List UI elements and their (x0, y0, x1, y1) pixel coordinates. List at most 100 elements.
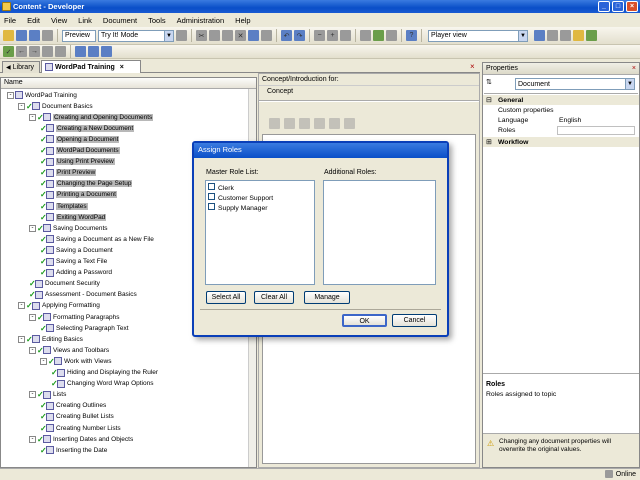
forward-icon[interactable]: → (29, 46, 40, 57)
additional-roles-list[interactable] (323, 180, 436, 285)
expand-collapse-icon[interactable]: - (29, 435, 36, 443)
layout-4-icon[interactable] (573, 30, 584, 41)
menu-file[interactable]: File (4, 16, 16, 25)
tree-node[interactable]: - ✓ Applying Formatting (18, 301, 100, 311)
paste-icon[interactable] (222, 30, 233, 41)
tree-node[interactable]: ✓ Creating Bullet Lists (40, 412, 114, 422)
menu-edit[interactable]: Edit (27, 16, 40, 25)
select-all-button[interactable]: Select All (206, 291, 246, 304)
tab-library[interactable]: ◀ Library (2, 61, 40, 73)
language-value[interactable]: English (559, 117, 581, 124)
clear-all-button[interactable]: Clear All (254, 291, 294, 304)
cut-icon[interactable] (284, 118, 295, 129)
role-checkbox[interactable] (208, 203, 215, 210)
tree-node[interactable]: - ✓ Editing Basics (18, 334, 83, 344)
open-icon[interactable] (3, 30, 14, 41)
tree-node[interactable]: ✓ Templates (40, 201, 88, 211)
check-in-icon[interactable] (42, 46, 53, 57)
workflow-category[interactable]: ⊞ Workflow (483, 137, 639, 147)
roles-row[interactable]: Roles (483, 125, 639, 135)
menu-view[interactable]: View (51, 16, 67, 25)
tree-node[interactable]: ✓ Saving a Document as a New File (40, 234, 154, 244)
tree-node[interactable]: ✓ Using Print Preview (40, 157, 115, 167)
tree-node[interactable]: ✓ Saving a Text File (40, 257, 107, 267)
tree-node[interactable]: ✓ Changing Word Wrap Options (51, 379, 153, 389)
concept-tab[interactable]: Concept (259, 86, 479, 98)
back-icon[interactable]: ← (16, 46, 27, 57)
tree-node[interactable]: ✓ Saving a Document (40, 245, 113, 255)
manage-button[interactable]: Manage (304, 291, 350, 304)
print-icon[interactable] (42, 30, 53, 41)
tree-node[interactable]: - ✓ Creating and Opening Documents (29, 112, 154, 122)
tree-node[interactable]: - WordPad Training (7, 90, 77, 100)
menu-link[interactable]: Link (78, 16, 92, 25)
role-item-customer-support[interactable]: Customer Support (208, 193, 312, 203)
expand-collapse-icon[interactable]: - (29, 313, 36, 321)
expand-collapse-icon[interactable]: - (18, 302, 25, 310)
save-icon[interactable] (16, 30, 27, 41)
layout-3-icon[interactable] (560, 30, 571, 41)
tree-node[interactable]: - ✓ Views and Toolbars (29, 345, 109, 355)
tree-node[interactable]: - ✓ Work with Views (40, 356, 111, 366)
clear-icon[interactable] (344, 118, 355, 129)
tree-node[interactable]: - ✓ Formatting Paragraphs (29, 312, 119, 322)
tree-node[interactable]: ✓ Selecting Paragraph Text (40, 323, 129, 333)
maximize-button[interactable]: □ (612, 1, 624, 12)
close-button[interactable]: × (626, 1, 638, 12)
tree-node[interactable]: ✓ Inserting the Date (40, 445, 107, 455)
minimize-button[interactable]: _ (598, 1, 610, 12)
properties-object-select[interactable]: Document ▼ (515, 78, 635, 90)
tree-node[interactable]: ✓ Hiding and Displaying the Ruler (51, 368, 158, 378)
expand-collapse-icon[interactable]: - (29, 113, 36, 121)
tree-node[interactable]: ✓ Printing a Document (40, 190, 117, 200)
delete-icon[interactable]: ✕ (235, 30, 246, 41)
menu-help[interactable]: Help (235, 16, 250, 25)
menu-administration[interactable]: Administration (177, 16, 225, 25)
binoculars-icon[interactable] (360, 30, 371, 41)
tab-close-icon[interactable]: × (120, 64, 124, 71)
tree-node[interactable]: ✓ Adding a Password (40, 268, 112, 278)
tree-node[interactable]: ✓ Creating Number Lists (40, 423, 121, 433)
role-item-clerk[interactable]: Clerk (208, 183, 312, 193)
check-icon[interactable]: ✓ (3, 46, 14, 57)
menu-document[interactable]: Document (103, 16, 137, 25)
pane-close-icon[interactable]: × (470, 62, 475, 71)
tree-node[interactable]: ✓ WordPad Documents (40, 146, 120, 156)
expand-collapse-icon[interactable]: - (29, 391, 36, 399)
tree-node[interactable]: ✓ Exiting WordPad (40, 212, 107, 222)
tree-node[interactable]: ✓ Creating Outlines (40, 401, 106, 411)
custom-properties-row[interactable]: Custom properties (483, 105, 639, 115)
tree-node[interactable]: ✓ Document Security (29, 279, 100, 289)
save-all-icon[interactable] (29, 30, 40, 41)
collapse-general-icon[interactable]: ⊟ (486, 96, 492, 104)
sort-icon[interactable]: ⇅ (486, 78, 492, 86)
settings-icon[interactable] (329, 118, 340, 129)
tree-node[interactable]: - ✓ Lists (29, 390, 66, 400)
publish-icon[interactable] (386, 30, 397, 41)
tab-wordpad-training[interactable]: WordPad Training × (41, 60, 141, 73)
layout-2-icon[interactable] (547, 30, 558, 41)
expand-collapse-icon[interactable]: - (7, 91, 14, 99)
refresh-icon[interactable] (586, 30, 597, 41)
roles-value[interactable] (557, 125, 635, 135)
find-icon[interactable] (261, 30, 272, 41)
general-category[interactable]: ⊟ General (483, 95, 639, 105)
properties-close-icon[interactable]: × (632, 63, 636, 74)
expand-collapse-icon[interactable]: - (29, 346, 36, 354)
properties-icon[interactable] (248, 30, 259, 41)
expand-collapse-icon[interactable]: - (40, 357, 47, 365)
preview-button[interactable]: Preview (62, 29, 96, 42)
tryit-mode-select[interactable]: Try It! Mode ▼ (98, 29, 174, 42)
menu-tools[interactable]: Tools (148, 16, 166, 25)
role-checkbox[interactable] (208, 193, 215, 200)
expand-workflow-icon[interactable]: ⊞ (486, 138, 492, 146)
language-row[interactable]: Language English (483, 115, 639, 125)
redo-icon[interactable]: ↷ (294, 30, 305, 41)
cut-icon[interactable]: ✂ (196, 30, 207, 41)
expand-collapse-icon[interactable]: - (18, 335, 25, 343)
outline-icon[interactable] (340, 30, 351, 41)
expand-collapse-icon[interactable]: - (29, 224, 36, 232)
expand-icon[interactable]: + (327, 30, 338, 41)
tree-node[interactable]: ✓ Creating a New Document (40, 123, 135, 133)
spellcheck-icon[interactable] (373, 30, 384, 41)
